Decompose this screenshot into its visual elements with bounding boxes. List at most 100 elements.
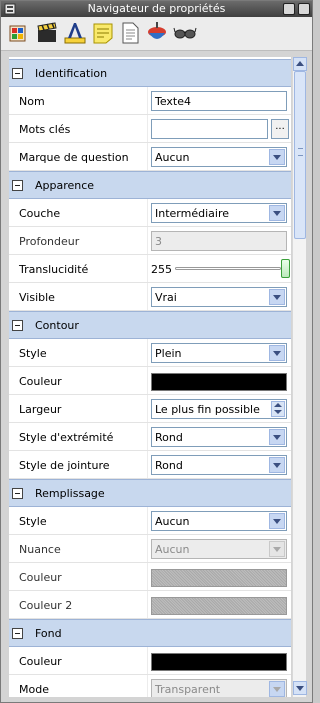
property-label: Style [19, 515, 47, 528]
property-row-fill-color: Couleur [9, 563, 291, 591]
property-label: Visible [19, 291, 55, 304]
name-input[interactable]: Texte4 [151, 91, 287, 111]
fill-color2-swatch [151, 597, 287, 615]
property-grid: Identification Nom Texte4 Mots clés ... … [9, 57, 291, 697]
property-row-contour-style: Style Plein [9, 339, 291, 367]
film-clapper-icon[interactable] [35, 20, 59, 46]
property-row-question-mark: Marque de question Aucun [9, 143, 291, 171]
spinner-arrows-icon[interactable] [271, 401, 285, 417]
property-row-join-style: Style de jointure Rond [9, 451, 291, 479]
property-label: Couleur 2 [19, 599, 73, 612]
title-bar: Navigateur de propriétés [1, 1, 312, 17]
scroll-up-button[interactable] [293, 57, 307, 71]
column-divider [147, 395, 148, 422]
property-row-name: Nom Texte4 [9, 87, 291, 115]
chevron-down-icon[interactable] [269, 429, 285, 445]
document-icon[interactable] [118, 20, 142, 46]
text-color-icon[interactable] [63, 20, 87, 46]
spinning-top-icon[interactable] [145, 20, 169, 46]
column-divider [147, 647, 148, 674]
fill-color-swatch [151, 569, 287, 587]
property-label: Couleur [19, 375, 62, 388]
chevron-down-icon[interactable] [269, 149, 285, 165]
keywords-input[interactable] [151, 119, 268, 139]
fill-style-select[interactable]: Aucun [151, 511, 287, 531]
collapse-icon[interactable] [12, 320, 23, 331]
background-mode-select[interactable]: Transparent [151, 679, 287, 697]
property-label: Mode [19, 683, 49, 696]
chevron-down-icon[interactable] [269, 681, 285, 697]
fill-shade-select: Aucun [151, 539, 287, 559]
property-label: Profondeur [19, 235, 80, 248]
property-label: Nom [19, 95, 45, 108]
chevron-down-icon[interactable] [269, 457, 285, 473]
column-divider [147, 535, 148, 562]
property-row-cap-style: Style d'extrémité Rond [9, 423, 291, 451]
layer-select[interactable]: Intermédiaire [151, 203, 287, 223]
scroll-down-button[interactable] [293, 681, 307, 695]
visible-select[interactable]: Vrai [151, 287, 287, 307]
section-title: Remplissage [35, 487, 105, 500]
property-row-depth: Profondeur 3 [9, 227, 291, 255]
column-divider [147, 199, 148, 226]
property-row-keywords: Mots clés ... [9, 115, 291, 143]
property-row-visible: Visible Vrai [9, 283, 291, 311]
section-fill[interactable]: Remplissage [9, 479, 291, 507]
pin-button[interactable] [298, 3, 310, 15]
vertical-scrollbar[interactable] [292, 57, 307, 697]
chevron-down-icon[interactable] [269, 289, 285, 305]
property-label: Couleur [19, 571, 62, 584]
collapse-icon[interactable] [12, 180, 23, 191]
sticky-note-icon[interactable] [91, 20, 115, 46]
translucency-slider-thumb[interactable] [281, 259, 290, 278]
column-divider [147, 675, 148, 697]
cap-style-select[interactable]: Rond [151, 427, 287, 447]
section-contour[interactable]: Contour [9, 311, 291, 339]
window-title: Navigateur de propriétés [87, 2, 226, 15]
paint-bucket-icon[interactable] [7, 20, 31, 46]
section-title: Fond [35, 627, 62, 640]
chevron-down-icon[interactable] [269, 513, 285, 529]
scroll-thumb[interactable] [294, 71, 306, 239]
contour-width-spinner[interactable]: Le plus fin possible [151, 399, 287, 419]
collapse-icon[interactable] [12, 628, 23, 639]
column-divider [147, 87, 148, 114]
column-divider [147, 451, 148, 478]
property-label: Style [19, 347, 47, 360]
properties-navigator-window: Navigateur de propriétés Identification … [0, 0, 313, 703]
property-row-layer: Couche Intermédiaire [9, 199, 291, 227]
property-row-fill-color2: Couleur 2 [9, 591, 291, 619]
section-title: Apparence [35, 179, 95, 192]
collapse-icon[interactable] [12, 68, 23, 79]
collapse-icon[interactable] [12, 488, 23, 499]
property-label: Largeur [19, 403, 62, 416]
column-divider [147, 283, 148, 310]
question-mark-select[interactable]: Aucun [151, 147, 287, 167]
minimize-button[interactable] [283, 3, 295, 15]
column-divider [147, 423, 148, 450]
property-row-contour-width: Largeur Le plus fin possible [9, 395, 291, 423]
property-label: Style d'extrémité [19, 431, 114, 444]
join-style-select[interactable]: Rond [151, 455, 287, 475]
translucency-slider-track[interactable] [175, 267, 281, 270]
chevron-down-icon [269, 541, 285, 557]
contour-style-select[interactable]: Plein [151, 343, 287, 363]
property-label: Mots clés [19, 123, 71, 136]
section-background[interactable]: Fond [9, 619, 291, 647]
background-color-swatch[interactable] [151, 653, 287, 671]
column-divider [147, 591, 148, 618]
column-divider [147, 507, 148, 534]
glasses-icon[interactable] [173, 20, 197, 46]
section-appearance[interactable]: Apparence [9, 171, 291, 199]
column-divider [147, 255, 148, 282]
column-divider [147, 143, 148, 170]
chevron-down-icon[interactable] [269, 345, 285, 361]
contour-color-swatch[interactable] [151, 373, 287, 391]
keywords-browse-button[interactable]: ... [271, 119, 289, 139]
section-title: Identification [35, 67, 108, 80]
property-row-fill-style: Style Aucun [9, 507, 291, 535]
property-label: Marque de question [19, 151, 129, 164]
property-row-fill-shade: Nuance Aucun [9, 535, 291, 563]
section-identification[interactable]: Identification [9, 59, 291, 87]
chevron-down-icon[interactable] [269, 205, 285, 221]
